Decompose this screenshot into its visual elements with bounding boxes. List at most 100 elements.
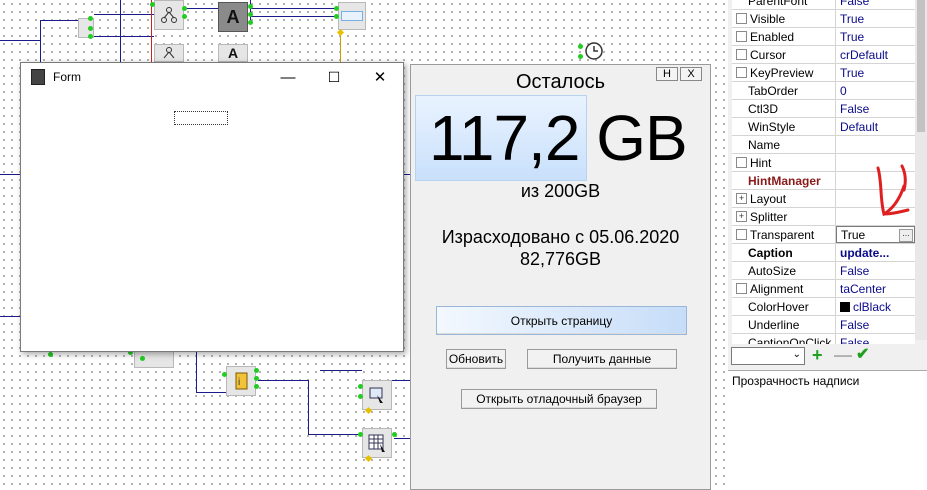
info-component-icon: i bbox=[235, 372, 248, 390]
timer-component[interactable] bbox=[580, 38, 608, 64]
property-name[interactable]: KeyPreview bbox=[732, 64, 836, 81]
info-component[interactable]: i bbox=[226, 366, 256, 396]
close-button[interactable]: ✕ bbox=[357, 63, 403, 91]
property-checkbox[interactable] bbox=[736, 31, 747, 42]
property-combo[interactable]: ⌄ bbox=[731, 347, 805, 365]
property-name[interactable]: Enabled bbox=[732, 28, 836, 45]
property-name[interactable]: + Layout bbox=[732, 190, 836, 207]
property-value[interactable]: False bbox=[836, 100, 915, 117]
property-name[interactable]: Name bbox=[732, 136, 836, 153]
property-label: TabOrder bbox=[748, 83, 799, 98]
property-checkbox[interactable] bbox=[736, 157, 747, 168]
property-name[interactable]: Transparent bbox=[732, 226, 836, 243]
maximize-button[interactable]: ☐ bbox=[311, 63, 357, 91]
property-label: ParentFont bbox=[748, 0, 808, 8]
property-label: ColorHover bbox=[748, 299, 809, 314]
property-value[interactable]: crDefault bbox=[836, 46, 915, 63]
property-value-text: False bbox=[840, 263, 870, 278]
property-name[interactable]: ColorHover bbox=[732, 298, 836, 315]
property-row[interactable]: WinStyle Default bbox=[732, 118, 915, 136]
property-name[interactable]: TabOrder bbox=[732, 82, 836, 99]
edit-component[interactable] bbox=[338, 2, 366, 30]
property-row[interactable]: KeyPreview True bbox=[732, 64, 915, 82]
total-label: из 200GB bbox=[520, 181, 601, 201]
property-row[interactable]: ColorHover clBlack bbox=[732, 298, 915, 316]
property-name[interactable]: ParentFont bbox=[732, 0, 836, 9]
property-name[interactable]: WinStyle bbox=[732, 118, 836, 135]
property-row[interactable]: ParentFont False bbox=[732, 0, 915, 10]
expand-icon[interactable]: + bbox=[736, 211, 747, 222]
share-component[interactable] bbox=[154, 0, 184, 30]
property-value[interactable]: False bbox=[836, 262, 915, 279]
property-name[interactable]: Ctl3D bbox=[732, 100, 836, 117]
property-name[interactable]: Hint bbox=[732, 154, 836, 171]
remove-icon[interactable]: — bbox=[834, 346, 852, 364]
property-value[interactable]: True bbox=[836, 10, 915, 27]
scrollbar-thumb[interactable] bbox=[917, 0, 925, 132]
property-value[interactable]: 0 bbox=[836, 82, 915, 99]
property-checkbox[interactable] bbox=[736, 49, 747, 60]
label-component[interactable]: A bbox=[218, 2, 248, 32]
open-page-button[interactable]: Открыть страницу bbox=[436, 306, 687, 335]
property-row[interactable]: Ctl3D False bbox=[732, 100, 915, 118]
property-value[interactable]: False bbox=[836, 0, 915, 9]
property-row[interactable]: Visible True bbox=[732, 10, 915, 28]
property-row[interactable]: AutoSize False bbox=[732, 262, 915, 280]
property-row[interactable]: Cursor crDefault bbox=[732, 46, 915, 64]
property-row[interactable]: Alignment taCenter bbox=[732, 280, 915, 298]
inspector-scrollbar[interactable] bbox=[915, 0, 927, 340]
property-name[interactable]: Visible bbox=[732, 10, 836, 27]
property-row[interactable]: Caption update... bbox=[732, 244, 915, 262]
property-row[interactable]: TabOrder 0 bbox=[732, 82, 915, 100]
property-value-text: taCenter bbox=[840, 281, 887, 296]
form-window[interactable]: Form — ☐ ✕ bbox=[20, 62, 404, 352]
property-checkbox[interactable] bbox=[736, 13, 747, 24]
property-value[interactable]: True… bbox=[836, 226, 915, 243]
property-inspector: ParentFont False Visible True Enabled True Cur… bbox=[728, 0, 927, 490]
property-name[interactable]: AutoSize bbox=[732, 262, 836, 279]
property-value[interactable]: update... bbox=[836, 244, 915, 261]
refresh-button[interactable]: Обновить bbox=[446, 349, 506, 369]
property-label: Splitter bbox=[750, 209, 788, 224]
expand-icon[interactable]: + bbox=[736, 193, 747, 204]
get-data-button[interactable]: Получить данные bbox=[527, 349, 677, 369]
open-debug-browser-button[interactable]: Открыть отладочный браузер bbox=[461, 389, 657, 409]
label-component[interactable]: A bbox=[218, 44, 248, 62]
add-icon[interactable]: + bbox=[812, 346, 823, 364]
property-value[interactable]: Default bbox=[836, 118, 915, 135]
property-row[interactable]: Enabled True bbox=[732, 28, 915, 46]
property-name[interactable]: + Splitter bbox=[732, 208, 836, 225]
minimize-button[interactable]: — bbox=[265, 63, 311, 91]
property-row[interactable]: Underline False bbox=[732, 316, 915, 334]
property-row[interactable]: Transparent True… bbox=[732, 226, 915, 244]
property-name[interactable]: HintManager bbox=[732, 172, 836, 189]
property-value[interactable]: True bbox=[836, 64, 915, 81]
property-checkbox[interactable] bbox=[736, 67, 747, 78]
svg-text:i: i bbox=[238, 377, 240, 388]
form-titlebar[interactable]: Form — ☐ ✕ bbox=[21, 63, 403, 91]
property-label: Visible bbox=[750, 11, 786, 26]
property-value[interactable]: clBlack bbox=[836, 298, 915, 315]
edit-component-icon bbox=[341, 11, 363, 21]
edit-component[interactable] bbox=[362, 380, 392, 410]
property-checkbox[interactable] bbox=[736, 229, 747, 240]
property-value[interactable]: taCenter bbox=[836, 280, 915, 297]
property-row[interactable]: Name bbox=[732, 136, 915, 154]
property-value[interactable]: False bbox=[836, 316, 915, 333]
property-name[interactable]: Underline bbox=[732, 316, 836, 333]
label-component-icon: A bbox=[227, 45, 239, 61]
grid-component[interactable] bbox=[362, 428, 392, 458]
property-name[interactable]: Caption bbox=[732, 244, 836, 261]
share-component[interactable] bbox=[154, 44, 184, 62]
form-control-placeholder[interactable] bbox=[174, 111, 228, 125]
property-label: AutoSize bbox=[748, 263, 797, 278]
property-name[interactable]: Cursor bbox=[732, 46, 836, 63]
apply-check-icon[interactable]: ✔ bbox=[856, 346, 869, 364]
property-value-text: False bbox=[840, 0, 870, 8]
property-checkbox[interactable] bbox=[736, 283, 747, 294]
form-title: Form bbox=[53, 70, 81, 84]
ellipsis-button[interactable]: … bbox=[899, 229, 913, 242]
property-value[interactable]: True bbox=[836, 28, 915, 45]
property-name[interactable]: Alignment bbox=[732, 280, 836, 297]
property-value[interactable] bbox=[836, 136, 915, 153]
